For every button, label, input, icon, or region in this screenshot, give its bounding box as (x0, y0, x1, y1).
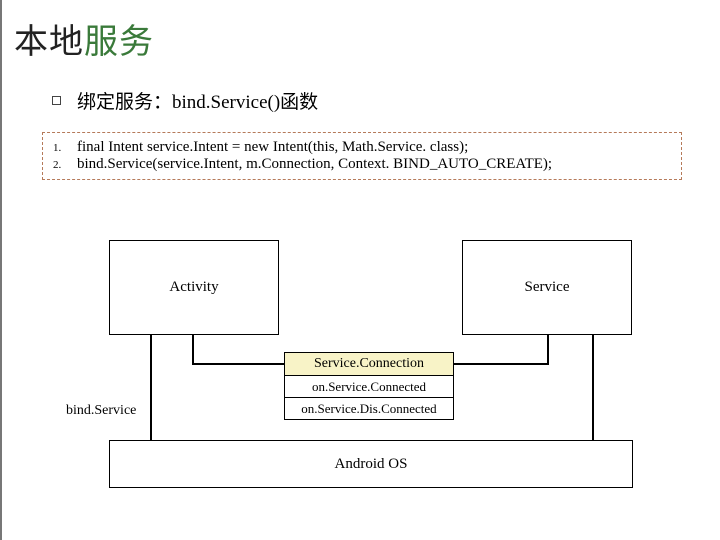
android-os-label: Android OS (335, 456, 408, 473)
code-line-number: 2. (53, 156, 77, 173)
connector-line (192, 335, 194, 365)
on-connected-label: on.Service.Connected (312, 379, 426, 395)
code-line: final Intent service.Intent = new Intent… (77, 139, 675, 156)
connector-line (150, 335, 152, 440)
activity-box: Activity (109, 240, 279, 335)
on-connected-row: on.Service.Connected (284, 376, 454, 398)
activity-label: Activity (169, 279, 218, 296)
code-box: 1. final Intent service.Intent = new Int… (42, 132, 682, 180)
title-green: 服务 (84, 24, 154, 61)
subtitle-row: 绑定服务：bind.Service()函数 (2, 71, 720, 122)
title-black: 本地 (14, 24, 84, 61)
service-label: Service (525, 279, 570, 296)
code-line: bind.Service(service.Intent, m.Connectio… (77, 156, 675, 173)
connector-line (547, 335, 549, 365)
service-connection-header: Service.Connection (284, 352, 454, 376)
on-disconnected-label: on.Service.Dis.Connected (301, 401, 436, 417)
code-line-number: 1. (53, 139, 77, 156)
connector-line (192, 363, 284, 365)
service-connection-title: Service.Connection (314, 356, 424, 372)
subtitle-text: 绑定服务：bind.Service()函数 (77, 87, 318, 114)
connector-line (454, 363, 549, 365)
square-bullet-icon (52, 96, 61, 105)
service-box: Service (462, 240, 632, 335)
bind-service-label: bind.Service (66, 403, 136, 419)
service-connection-box: Service.Connection on.Service.Connected … (284, 352, 454, 420)
on-disconnected-row: on.Service.Dis.Connected (284, 398, 454, 420)
connector-line (592, 335, 594, 440)
android-os-box: Android OS (109, 440, 633, 488)
diagram: Activity Service Service.Connection on.S… (62, 230, 662, 510)
page-title: 本地服务 (2, 0, 720, 71)
